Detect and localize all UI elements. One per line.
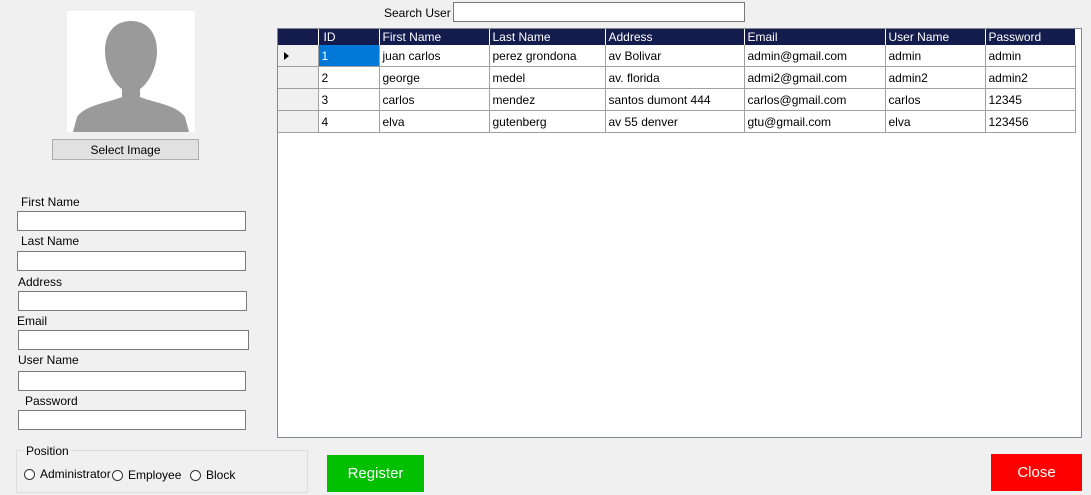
cell-id[interactable]: 3 (318, 88, 380, 111)
username-label: User Name (18, 353, 79, 367)
first-name-field[interactable] (17, 211, 246, 231)
table-row[interactable]: 4 elva gutenberg av 55 denver gtu@gmail.… (278, 110, 1076, 133)
address-field[interactable] (18, 291, 247, 311)
user-avatar-image (67, 11, 195, 132)
email-label: Email (17, 314, 48, 328)
cell-password[interactable]: 12345 (985, 88, 1076, 111)
row-header[interactable] (278, 45, 319, 67)
row-header-corner (278, 29, 319, 45)
cell-username[interactable]: admin2 (885, 66, 986, 89)
cell-address[interactable]: av 55 denver (605, 110, 745, 133)
cell-last-name[interactable]: medel (489, 66, 606, 89)
cell-last-name[interactable]: perez grondona (489, 45, 606, 67)
column-header-first-name[interactable]: First Name (379, 29, 490, 45)
last-name-label: Last Name (21, 234, 80, 248)
last-name-field[interactable] (17, 251, 246, 271)
username-field[interactable] (18, 371, 246, 391)
column-header-address[interactable]: Address (605, 29, 745, 45)
cell-username[interactable]: elva (885, 110, 986, 133)
radio-employee[interactable]: Employee (112, 468, 181, 482)
table-row[interactable]: 1 juan carlos perez grondona av Bolivar … (278, 45, 1076, 67)
cell-id[interactable]: 1 (318, 45, 380, 67)
cell-email[interactable]: carlos@gmail.com (744, 88, 886, 111)
cell-password[interactable]: admin2 (985, 66, 1076, 89)
column-header-password[interactable]: Password (985, 29, 1076, 45)
cell-address[interactable]: av. florida (605, 66, 745, 89)
column-header-last-name[interactable]: Last Name (489, 29, 606, 45)
cell-email[interactable]: admi2@gmail.com (744, 66, 886, 89)
position-title: Position (24, 444, 71, 458)
password-field[interactable] (18, 410, 246, 430)
register-button[interactable]: Register (327, 455, 424, 492)
cell-first-name[interactable]: juan carlos (379, 45, 490, 67)
column-header-username[interactable]: User Name (885, 29, 986, 45)
radio-block-label: Block (206, 468, 236, 482)
person-silhouette-icon (73, 21, 189, 132)
current-row-arrow-icon (284, 52, 289, 60)
cell-first-name[interactable]: george (379, 66, 490, 89)
radio-circle-icon (190, 469, 201, 481)
cell-email[interactable]: admin@gmail.com (744, 45, 886, 67)
row-header[interactable] (278, 66, 319, 89)
email-field[interactable] (18, 330, 249, 350)
column-header-id[interactable]: ID (318, 29, 380, 45)
row-header[interactable] (278, 110, 319, 133)
radio-administrator[interactable]: Administrator (24, 467, 111, 481)
column-header-email[interactable]: Email (744, 29, 886, 45)
radio-circle-icon (112, 469, 123, 481)
grid-header-row: ID First Name Last Name Address Email Us… (278, 29, 1076, 45)
table-row[interactable]: 3 carlos mendez santos dumont 444 carlos… (278, 88, 1076, 111)
cell-address[interactable]: santos dumont 444 (605, 88, 745, 111)
cell-username[interactable]: carlos (885, 88, 986, 111)
cell-id[interactable]: 4 (318, 110, 380, 133)
password-label: Password (25, 394, 78, 408)
radio-circle-icon (24, 468, 35, 480)
cell-last-name[interactable]: gutenberg (489, 110, 606, 133)
search-label: Search User (384, 6, 451, 20)
select-image-button[interactable]: Select Image (52, 139, 199, 160)
cell-first-name[interactable]: elva (379, 110, 490, 133)
cell-id[interactable]: 2 (318, 66, 380, 89)
cell-username[interactable]: admin (885, 45, 986, 67)
users-table: ID First Name Last Name Address Email Us… (278, 29, 1076, 133)
close-button[interactable]: Close (991, 454, 1082, 491)
users-data-grid[interactable]: ID First Name Last Name Address Email Us… (277, 28, 1082, 438)
cell-password[interactable]: 123456 (985, 110, 1076, 133)
row-header[interactable] (278, 88, 319, 111)
cell-address[interactable]: av Bolivar (605, 45, 745, 67)
cell-email[interactable]: gtu@gmail.com (744, 110, 886, 133)
cell-last-name[interactable]: mendez (489, 88, 606, 111)
table-row[interactable]: 2 george medel av. florida admi2@gmail.c… (278, 66, 1076, 89)
radio-employee-label: Employee (128, 468, 182, 482)
radio-block[interactable]: Block (190, 468, 235, 482)
cell-password[interactable]: admin (985, 45, 1076, 67)
search-input[interactable] (453, 2, 745, 22)
first-name-label: First Name (21, 195, 80, 209)
radio-administrator-label: Administrator (40, 467, 111, 481)
address-label: Address (18, 275, 63, 289)
cell-first-name[interactable]: carlos (379, 88, 490, 111)
